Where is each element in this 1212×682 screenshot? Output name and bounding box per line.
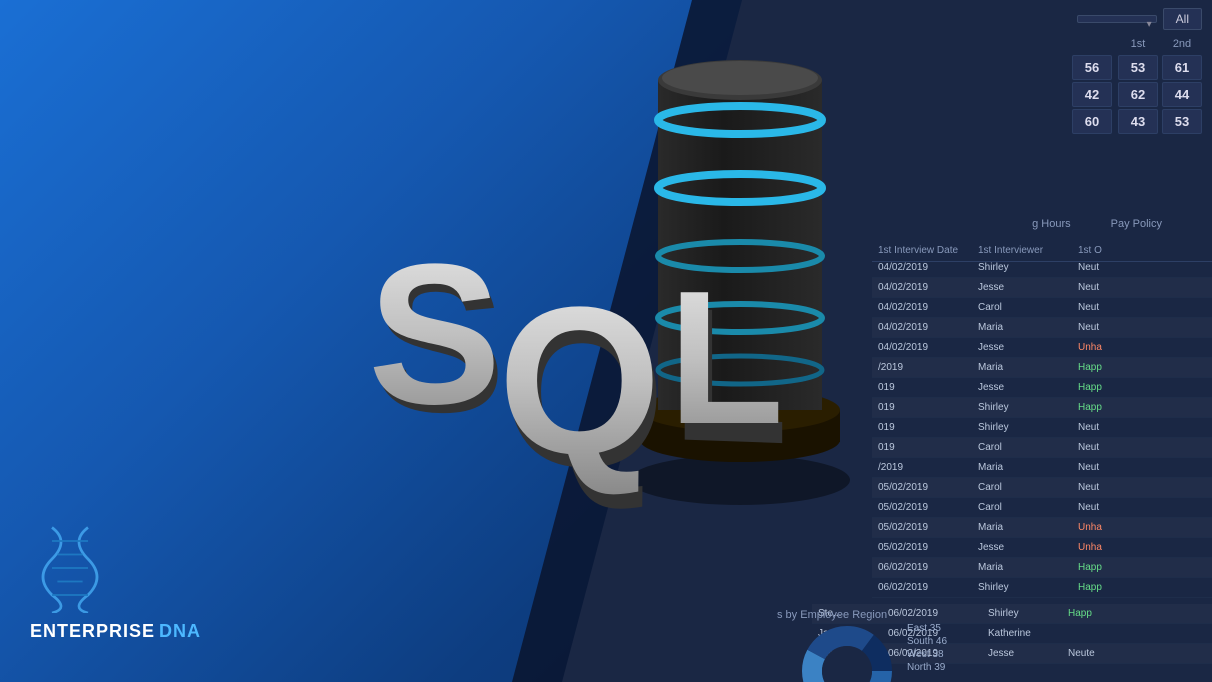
filter-all-button[interactable]: All [1163,8,1202,30]
section-labels-row: g Hours Pay Policy [1032,218,1162,230]
pay-policy-label: Pay Policy [1111,218,1162,230]
table-body: 04/02/2019 Shirley Neut 04/02/2019 Jesse… [872,258,1212,598]
working-hours-label: g Hours [1032,218,1071,230]
table-row: /2019 Maria Neut [872,458,1212,478]
score-val-3: 60 [1072,109,1112,134]
legend-north: North 39 [907,662,947,673]
score-header-1st: 1st [1118,38,1158,50]
table-row: 06/02/2019 Shirley Happ [872,578,1212,598]
table-row: 04/02/2019 Maria Neut [872,318,1212,338]
table-row: 019 Shirley Neut [872,418,1212,438]
score-val-1: 56 [1072,55,1112,80]
katherine-cell: Katherine [982,626,1062,641]
td-outcome: Neut [1072,280,1132,295]
l-letter: L [668,252,784,464]
table-row: 04/02/2019 Carol Neut [872,298,1212,318]
score-pair-0-2nd: 61 [1162,55,1202,80]
donut-chart [797,621,897,682]
th-outcome: 1st O [1072,243,1132,258]
score-pair-0-1st: 53 [1118,55,1158,80]
chart-area: s by Employee Region East 35 South 46 We… [777,609,1007,627]
table-row: 05/02/2019 Maria Unha [872,518,1212,538]
logo-enterprise: ENTERPRISE [30,621,155,642]
score-val-2: 42 [1072,82,1112,107]
filter-dropdown[interactable] [1077,15,1157,23]
db-top-highlight [662,61,818,95]
table-row: 05/02/2019 Carol Neut [872,498,1212,518]
th-interviewer: 1st Interviewer [972,243,1072,258]
td-outcome: Neut [1072,260,1132,275]
table-row: 05/02/2019 Jesse Unha [872,538,1212,558]
logo-area: ENTERPRISE DNA [30,523,201,642]
table-row: 04/02/2019 Shirley Neut [872,258,1212,278]
s-letter: S [368,223,501,446]
score-pair-2-1st: 43 [1118,109,1158,134]
td-interviewer: Jesse [972,280,1072,295]
logo-dna: DNA [159,621,201,642]
score-pair-1-2nd: 44 [1162,82,1202,107]
td-interviewer: Shirley [972,260,1072,275]
table-row: 019 Carol Neut [872,438,1212,458]
q-letter: Q [498,263,661,498]
table-row: 05/02/2019 Carol Neut [872,478,1212,498]
score-pair-1-1st: 62 [1118,82,1158,107]
filter-bar: All [1077,8,1202,30]
dna-helix-icon [30,523,110,613]
chart-title: s by Employee Region [777,609,1007,621]
table-row: /2019 Maria Happ [872,358,1212,378]
score-header-2nd: 2nd [1162,38,1202,50]
sql-letters: S S Q Q L L [350,220,910,600]
chart-legend: East 35 South 46 West 38 North 39 [907,623,947,673]
table-row: 04/02/2019 Jesse Neut [872,278,1212,298]
score-pair-2-2nd: 53 [1162,109,1202,134]
table-row: 019 Jesse Happ [872,378,1212,398]
table-row: 019 Shirley Happ [872,398,1212,418]
logo-text: ENTERPRISE DNA [30,621,201,642]
legend-west: West 38 [907,649,947,660]
legend-east: East 35 [907,623,947,634]
table-row: 04/02/2019 Jesse Unha [872,338,1212,358]
table-row: 06/02/2019 Maria Happ [872,558,1212,578]
legend-south: South 46 [907,636,947,647]
